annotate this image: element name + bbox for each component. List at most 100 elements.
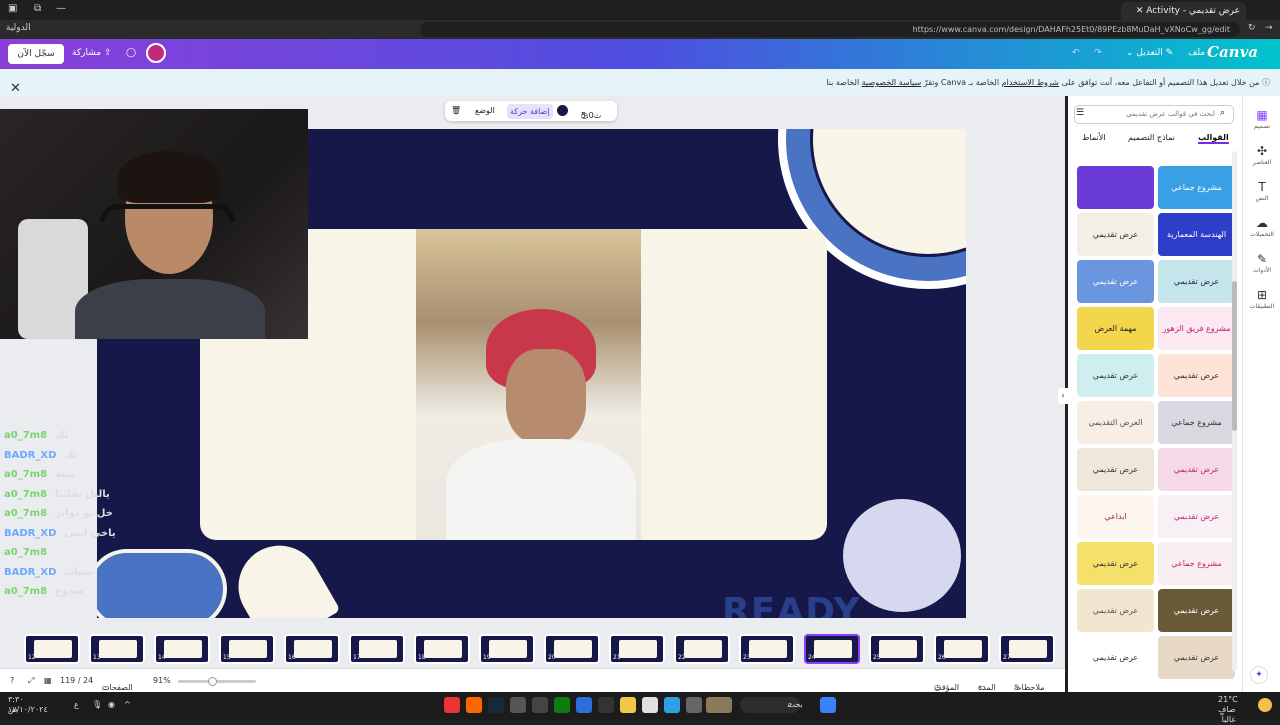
template-search-input[interactable]: ابحث في قوالب عرض تقديمي	[1074, 105, 1234, 124]
template-thumbnail[interactable]: عرض تقديمي	[1077, 213, 1154, 256]
template-thumbnail[interactable]: ابداعي	[1077, 495, 1154, 538]
settings-icon[interactable]	[510, 697, 526, 713]
files-icon[interactable]	[620, 697, 636, 713]
template-thumbnail[interactable]: عرض تقديمي	[1077, 542, 1154, 585]
template-thumbnail[interactable]: عرض تقديمي	[1158, 354, 1235, 397]
edit-menu[interactable]: ⌄ التعديل ✎	[1126, 48, 1173, 58]
browser-copy-icon[interactable]: ⧉	[34, 3, 41, 14]
template-thumbnail[interactable]: عرض تقديمي	[1077, 589, 1154, 632]
taskbar-search[interactable]: بحث ⌕	[740, 697, 803, 713]
collapse-panel-icon[interactable]: ‹	[1058, 388, 1068, 404]
bookmark-item[interactable]: الدولية	[6, 23, 31, 33]
share-button[interactable]: مشاركة ⇪	[72, 48, 111, 58]
page-thumbnail[interactable]: 27	[999, 634, 1055, 664]
page-thumbnail[interactable]: 18	[414, 634, 470, 664]
panel-scroll-thumb[interactable]	[1232, 281, 1237, 431]
rail-item[interactable]: ✣ العناصر	[1243, 144, 1280, 166]
reload-icon[interactable]: ↻	[1248, 23, 1256, 33]
page-thumbnail[interactable]: 26	[934, 634, 990, 664]
page-thumbnail[interactable]: 19	[479, 634, 535, 664]
rail-item[interactable]: ▦ تصميم	[1243, 108, 1280, 130]
template-thumbnail[interactable]: عرض تقديمي	[1158, 589, 1235, 632]
page-thumbnail[interactable]: 20	[544, 634, 600, 664]
obs-icon[interactable]	[598, 697, 614, 713]
zoom-value[interactable]: 91%	[153, 676, 171, 685]
language-indicator[interactable]: ع	[74, 700, 79, 709]
redo-icon[interactable]: ↷	[1094, 48, 1102, 58]
add-animation-button[interactable]: إضافة حركة	[507, 104, 553, 119]
template-thumbnail[interactable]: الهندسة المعمارية والتصميم	[1158, 213, 1235, 256]
app-icon[interactable]	[576, 697, 592, 713]
page-thumbnail[interactable]: 21	[609, 634, 665, 664]
fullscreen-icon[interactable]: ⤢	[28, 676, 34, 686]
template-thumbnail[interactable]: عرض تقديمي	[1158, 636, 1235, 679]
magic-icon[interactable]: ✦	[1250, 666, 1268, 684]
zoom-knob[interactable]	[208, 677, 217, 686]
template-thumbnail[interactable]: مشروع جماعي	[1158, 542, 1235, 585]
store-icon[interactable]	[642, 697, 658, 713]
template-thumbnail[interactable]: عرض تقديمي	[1077, 354, 1154, 397]
page-thumbnail[interactable]: 24	[804, 634, 860, 664]
tab-templates[interactable]: القوالب	[1198, 133, 1229, 144]
page-thumbnail[interactable]: 22	[674, 634, 730, 664]
ready-text[interactable]: READY	[722, 591, 861, 618]
template-thumbnail[interactable]: عرض تقديمي	[1077, 260, 1154, 303]
page-thumbnail[interactable]: 25	[869, 634, 925, 664]
tray-chevron-icon[interactable]: ^	[124, 700, 131, 709]
template-thumbnail[interactable]: عرض تقديمي	[1077, 636, 1154, 679]
template-thumbnail[interactable]: عرض تقديمي	[1158, 260, 1235, 303]
rail-item[interactable]: T النص	[1243, 180, 1280, 202]
taskbar-app-icon[interactable]	[444, 697, 460, 713]
canva-logo[interactable]: Canva	[1207, 43, 1258, 61]
template-thumbnail[interactable]: عرض تقديمي	[1158, 495, 1235, 538]
template-thumbnail[interactable]: مهمة العرض	[1077, 307, 1154, 350]
widget-icon[interactable]	[706, 697, 732, 713]
signin-button[interactable]: سجّل الآن	[8, 44, 64, 64]
page-thumbnail[interactable]: 23	[739, 634, 795, 664]
template-thumbnail[interactable]: مشروع فريق الزهور	[1158, 307, 1235, 350]
template-thumbnail[interactable]	[1077, 166, 1154, 209]
trash-icon[interactable]: 🗑	[451, 106, 461, 115]
template-thumbnail[interactable]: مشروع جماعي	[1158, 166, 1235, 209]
page-thumbnail[interactable]: 13	[89, 634, 145, 664]
brave-icon[interactable]	[466, 697, 482, 713]
steam-icon[interactable]	[488, 697, 504, 713]
xbox-icon[interactable]	[554, 697, 570, 713]
tab-design-samples[interactable]: نماذج التصميم	[1128, 133, 1175, 142]
rail-item[interactable]: ⊞ التطبيقات	[1243, 288, 1280, 310]
template-thumbnail[interactable]: عرض تقديمي	[1077, 448, 1154, 491]
template-thumbnail[interactable]: العرض التقديمي	[1077, 401, 1154, 444]
page-thumbnail[interactable]: 16	[284, 634, 340, 664]
file-menu[interactable]: ملف	[1188, 48, 1205, 58]
task-view-icon[interactable]	[686, 697, 702, 713]
back-icon[interactable]: →	[1265, 23, 1273, 33]
active-tab[interactable]: عرض تقديمي - Activity ✕	[1121, 2, 1246, 20]
position-button[interactable]: الوضع	[475, 106, 495, 115]
rail-item[interactable]: ✎ الأدوات	[1243, 252, 1280, 274]
zoom-slider[interactable]	[178, 677, 256, 686]
chatgpt-icon[interactable]	[532, 697, 548, 713]
filter-icon[interactable]: ☰	[1076, 108, 1084, 118]
wifi-icon[interactable]: ◉	[108, 700, 115, 709]
page-thumbnail[interactable]: 15	[219, 634, 275, 664]
rail-item[interactable]: ☁ التحميلات	[1243, 216, 1280, 238]
avatar[interactable]	[146, 43, 166, 63]
template-thumbnail[interactable]: مشروع جماعي	[1158, 401, 1235, 444]
page-thumbnail[interactable]: 14	[154, 634, 210, 664]
page-thumbnail[interactable]: 17	[349, 634, 405, 664]
undo-icon[interactable]: ↶	[1072, 48, 1080, 58]
slide-photo[interactable]	[416, 229, 641, 540]
minimize-icon[interactable]: —	[56, 3, 66, 14]
template-thumbnail[interactable]: عرض تقديمي	[1158, 448, 1235, 491]
panel-scrollbar[interactable]	[1232, 151, 1237, 671]
color-swatch[interactable]	[557, 105, 568, 116]
tab-styles[interactable]: الأنماط	[1082, 133, 1105, 142]
privacy-link[interactable]: سياسة الخصوصية	[862, 78, 921, 87]
url-field[interactable]: https://www.canva.com/design/DAHAFh25Et0…	[420, 22, 1240, 37]
mic-icon[interactable]: 🎙	[92, 700, 102, 709]
grid-view-icon[interactable]: ▦	[44, 676, 52, 685]
help-icon[interactable]: ?	[10, 676, 14, 685]
comment-icon[interactable]: ◯	[126, 48, 136, 58]
browser-menu-icon[interactable]: ▣	[8, 3, 17, 14]
terms-link[interactable]: شروط الاستخدام	[1002, 78, 1059, 87]
